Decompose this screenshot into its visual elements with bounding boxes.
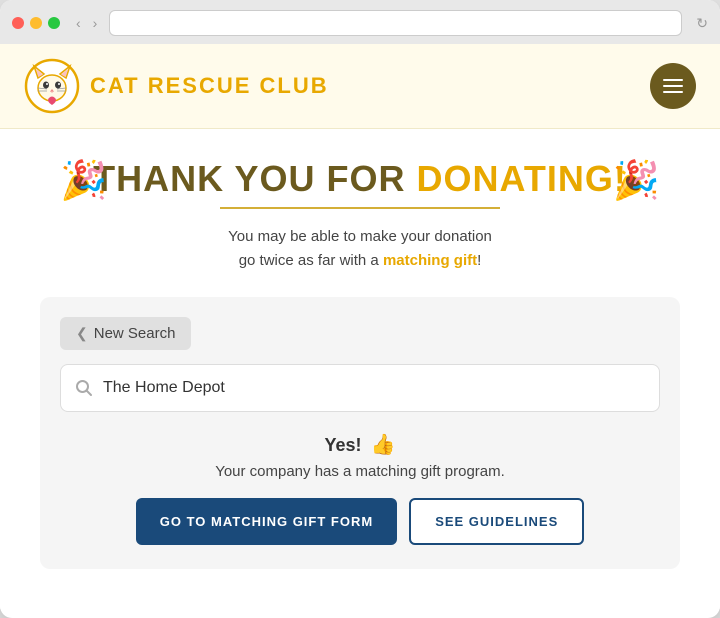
search-input-wrapper	[60, 364, 660, 412]
thank-you-section: 🎉 🎉 THANK YOU FOR DONATING! You may be a…	[40, 159, 680, 273]
browser-window: ‹ › ↻	[0, 0, 720, 618]
refresh-button[interactable]: ↻	[696, 15, 708, 32]
subtitle-part1: You may be able to make your donation	[228, 228, 492, 245]
forward-button[interactable]: ›	[89, 13, 102, 33]
logo-rescue: RESCUE	[148, 73, 260, 98]
hamburger-line-1	[663, 79, 683, 81]
search-widget: ❮ New Search Yes! 👍 Your company has a m…	[40, 297, 680, 569]
chevron-left-icon: ❮	[76, 325, 88, 342]
subtitle-part2: go twice as far with a	[239, 252, 383, 269]
title-part2: DONATING!	[417, 158, 627, 199]
site-header: CAT RESCUE CLUB	[0, 44, 720, 129]
confetti-right-icon: 🎉	[613, 159, 660, 203]
address-bar[interactable]	[109, 10, 682, 36]
matching-gift-link[interactable]: matching gift	[383, 252, 477, 269]
title-part1: THANK YOU FOR	[93, 158, 416, 199]
logo-icon	[24, 58, 80, 114]
matching-gift-form-button[interactable]: GO TO MATCHING GIFT FORM	[136, 498, 397, 545]
thank-you-title: THANK YOU FOR DONATING!	[40, 159, 680, 199]
browser-chrome: ‹ › ↻	[0, 0, 720, 44]
company-search-input[interactable]	[103, 379, 645, 397]
action-buttons: GO TO MATCHING GIFT FORM SEE GUIDELINES	[60, 498, 660, 545]
yes-label: Yes!	[325, 435, 362, 455]
main-content: 🎉 🎉 THANK YOU FOR DONATING! You may be a…	[0, 129, 720, 609]
see-guidelines-button[interactable]: SEE GUIDELINES	[409, 498, 584, 545]
minimize-button-icon[interactable]	[30, 17, 42, 29]
traffic-lights	[12, 17, 60, 29]
search-icon	[75, 379, 93, 397]
logo-area: CAT RESCUE CLUB	[24, 58, 329, 114]
confetti-left-icon: 🎉	[60, 159, 107, 203]
subtitle-text: You may be able to make your donation go…	[40, 225, 680, 273]
subtitle-part3: !	[477, 252, 481, 269]
new-search-button[interactable]: ❮ New Search	[60, 317, 191, 350]
yes-line: Yes! 👍	[60, 432, 660, 457]
nav-buttons: ‹ ›	[72, 13, 101, 33]
hamburger-line-3	[663, 91, 683, 93]
back-button[interactable]: ‹	[72, 13, 85, 33]
logo-club: CLUB	[260, 73, 329, 98]
new-search-label: New Search	[94, 325, 176, 342]
logo-cat: CAT	[90, 73, 148, 98]
logo-text: CAT RESCUE CLUB	[90, 73, 329, 99]
thumbs-up-icon: 👍	[371, 434, 396, 456]
close-button-icon[interactable]	[12, 17, 24, 29]
result-section: Yes! 👍 Your company has a matching gift …	[60, 432, 660, 545]
hamburger-line-2	[663, 85, 683, 87]
hamburger-button[interactable]	[650, 63, 696, 109]
result-text: Your company has a matching gift program…	[60, 463, 660, 480]
title-underline	[220, 207, 500, 209]
maximize-button-icon[interactable]	[48, 17, 60, 29]
